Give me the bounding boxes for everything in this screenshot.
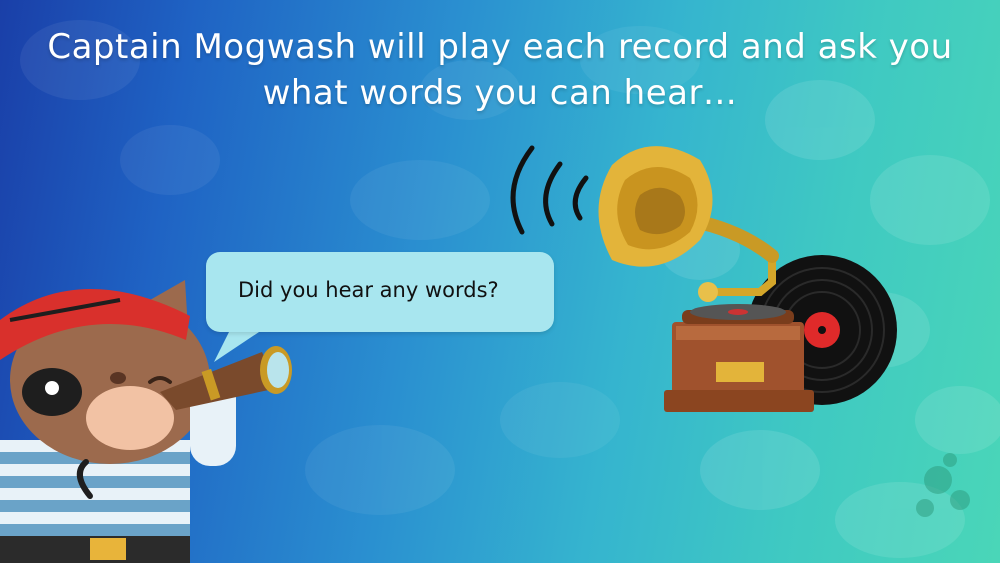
telescope-icon — [160, 346, 292, 410]
slide: Captain Mogwash will play each record an… — [0, 0, 1000, 563]
